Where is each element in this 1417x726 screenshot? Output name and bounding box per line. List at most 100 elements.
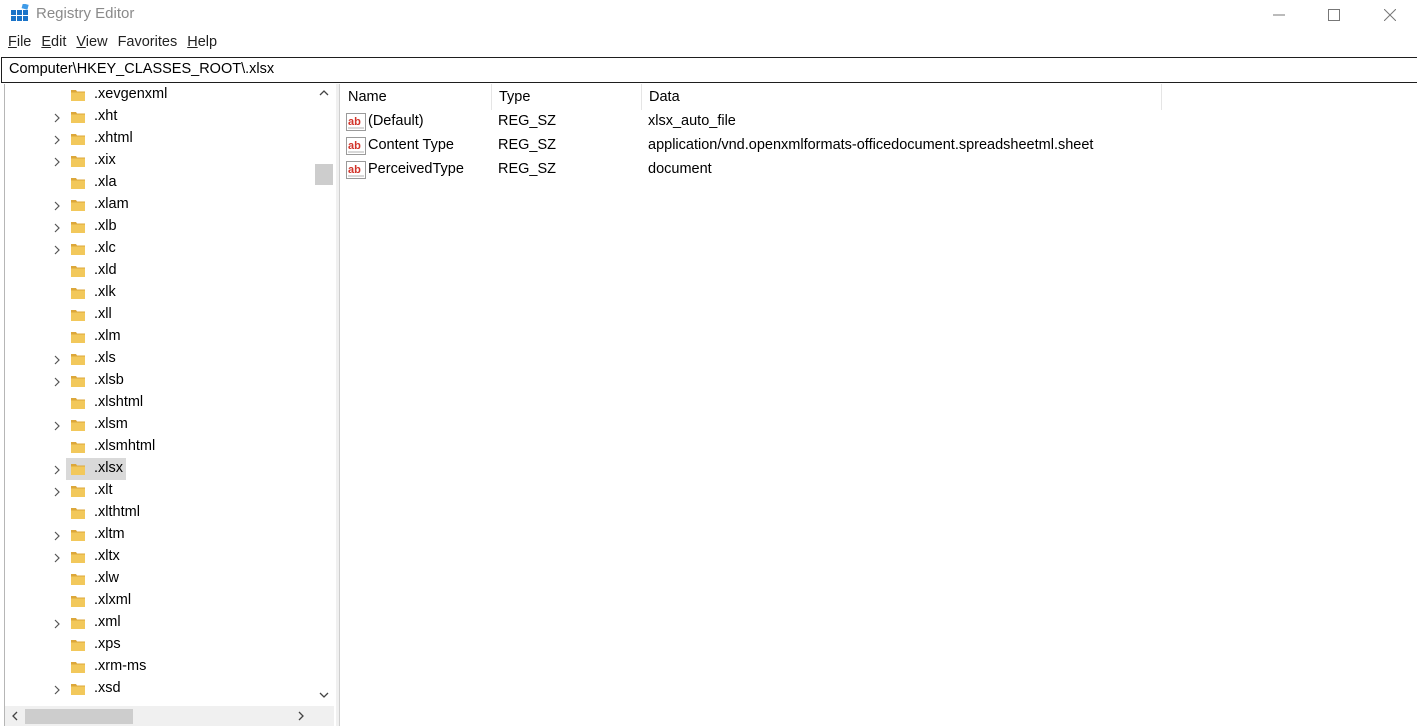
- scroll-down-icon[interactable]: [317, 688, 331, 702]
- maximize-button[interactable]: [1307, 0, 1361, 30]
- value-name: (Default): [368, 113, 424, 129]
- tree-item[interactable]: .xml: [5, 612, 311, 634]
- tree-item-label: .xevgenxml: [94, 86, 168, 102]
- value-row[interactable]: ab (Default) REG_SZ xlsx_auto_file: [341, 110, 1341, 134]
- folder-icon: [70, 461, 86, 477]
- expand-chevron-icon[interactable]: [51, 111, 63, 123]
- tree-item[interactable]: .xevgenxml: [5, 84, 311, 106]
- value-type: REG_SZ: [498, 161, 557, 177]
- expand-chevron-icon[interactable]: [51, 463, 63, 475]
- minimize-button[interactable]: [1252, 0, 1306, 30]
- menu-view[interactable]: View: [68, 32, 107, 54]
- tree-item[interactable]: .xld: [5, 260, 311, 282]
- tree-item[interactable]: .xll: [5, 304, 311, 326]
- tree-item[interactable]: .xrm-ms: [5, 656, 311, 678]
- folder-icon: [70, 131, 86, 147]
- close-icon: [1384, 9, 1396, 21]
- menu-file[interactable]: File: [0, 32, 31, 54]
- value-data: xlsx_auto_file: [648, 113, 736, 129]
- string-value-icon: ab: [346, 137, 366, 155]
- tree-item[interactable]: .xsd: [5, 678, 311, 700]
- tree-item[interactable]: .xlsx: [5, 458, 311, 480]
- tree-item-label: .xsd: [94, 680, 121, 696]
- folder-icon: [70, 527, 86, 543]
- values-list-pane: Name Type Data ab (Default) REG_SZ xlsx_aut…: [341, 84, 1417, 726]
- key-tree-pane: .xevgenxml .xht .xhtml .xix .xla .xlam .xlb .xl…: [4, 84, 334, 726]
- folder-icon: [70, 439, 86, 455]
- tree-item[interactable]: .xlthtml: [5, 502, 311, 524]
- value-row[interactable]: ab Content Type REG_SZ application/vnd.open…: [341, 134, 1341, 158]
- scroll-left-icon[interactable]: [9, 710, 21, 722]
- tree-item-label: .xps: [94, 636, 121, 652]
- column-header-type[interactable]: Type: [492, 84, 642, 110]
- tree-item[interactable]: .xps: [5, 634, 311, 656]
- column-header-data[interactable]: Data: [642, 84, 1162, 110]
- folder-icon: [70, 395, 86, 411]
- tree-item[interactable]: .xls: [5, 348, 311, 370]
- address-bar[interactable]: Computer\HKEY_CLASSES_ROOT\.xlsx: [1, 57, 1417, 83]
- tree-item[interactable]: .xlxml: [5, 590, 311, 612]
- tree-vertical-scroll-thumb[interactable]: [315, 164, 333, 185]
- expand-chevron-icon[interactable]: [51, 551, 63, 563]
- tree-item[interactable]: .xlt: [5, 480, 311, 502]
- tree-item[interactable]: .xlsm: [5, 414, 311, 436]
- expand-chevron-icon[interactable]: [51, 485, 63, 497]
- tree-item[interactable]: .xlw: [5, 568, 311, 590]
- menu-help[interactable]: Help: [179, 32, 217, 54]
- tree-vertical-scrollbar[interactable]: [313, 84, 334, 706]
- tree-item-label: .xlshtml: [94, 394, 144, 410]
- scroll-up-icon[interactable]: [317, 86, 331, 100]
- expand-chevron-icon[interactable]: [51, 375, 63, 387]
- tree-item-label: .xll: [94, 306, 112, 322]
- value-type: REG_SZ: [498, 113, 557, 129]
- title-bar: Registry Editor: [0, 0, 1417, 30]
- folder-icon: [70, 571, 86, 587]
- tree-item-label: .xht: [94, 108, 118, 124]
- expand-chevron-icon[interactable]: [51, 243, 63, 255]
- tree-item-label: .xix: [94, 152, 116, 168]
- tree-item[interactable]: .xlshtml: [5, 392, 311, 414]
- expand-chevron-icon[interactable]: [51, 419, 63, 431]
- tree-item[interactable]: .xlsmhtml: [5, 436, 311, 458]
- expand-chevron-icon[interactable]: [51, 221, 63, 233]
- tree-item-label: .xlxml: [94, 592, 132, 608]
- expand-chevron-icon[interactable]: [51, 353, 63, 365]
- tree-item[interactable]: .xlsb: [5, 370, 311, 392]
- tree-item[interactable]: .xltx: [5, 546, 311, 568]
- expand-chevron-icon[interactable]: [51, 155, 63, 167]
- folder-icon: [70, 285, 86, 301]
- tree-horizontal-scrollbar[interactable]: [5, 706, 334, 726]
- tree-item-label: .xlsm: [94, 416, 128, 432]
- tree-item-label: .xlsx: [92, 460, 125, 476]
- address-path: Computer\HKEY_CLASSES_ROOT\.xlsx: [9, 61, 275, 77]
- tree-item[interactable]: .xlc: [5, 238, 311, 260]
- column-header-name[interactable]: Name: [341, 84, 492, 110]
- expand-chevron-icon[interactable]: [51, 683, 63, 695]
- value-row[interactable]: ab PerceivedType REG_SZ document: [341, 158, 1341, 182]
- close-button[interactable]: [1363, 0, 1417, 30]
- tree-item[interactable]: .xix: [5, 150, 311, 172]
- tree-item[interactable]: .xlk: [5, 282, 311, 304]
- tree-item[interactable]: .xhtml: [5, 128, 311, 150]
- menu-favorites[interactable]: Favorites: [110, 32, 178, 54]
- tree-item[interactable]: .xltm: [5, 524, 311, 546]
- tree-item-label: .xlsmhtml: [94, 438, 156, 454]
- scroll-right-icon[interactable]: [295, 710, 307, 722]
- tree-item[interactable]: .xlb: [5, 216, 311, 238]
- expand-chevron-icon[interactable]: [51, 133, 63, 145]
- expand-chevron-icon[interactable]: [51, 617, 63, 629]
- tree-item-label: .xltx: [94, 548, 120, 564]
- tree-item[interactable]: .xlam: [5, 194, 311, 216]
- tree-horizontal-scroll-thumb[interactable]: [25, 709, 133, 724]
- pane-splitter[interactable]: [336, 84, 340, 726]
- tree-item[interactable]: .xla: [5, 172, 311, 194]
- folder-icon: [70, 175, 86, 191]
- tree-item[interactable]: .xlm: [5, 326, 311, 348]
- value-data: document: [648, 161, 712, 177]
- tree-item[interactable]: .xht: [5, 106, 311, 128]
- expand-chevron-icon[interactable]: [51, 199, 63, 211]
- tree-item-label: .xls: [94, 350, 116, 366]
- expand-chevron-icon[interactable]: [51, 529, 63, 541]
- folder-icon: [70, 241, 86, 257]
- menu-edit[interactable]: Edit: [33, 32, 66, 54]
